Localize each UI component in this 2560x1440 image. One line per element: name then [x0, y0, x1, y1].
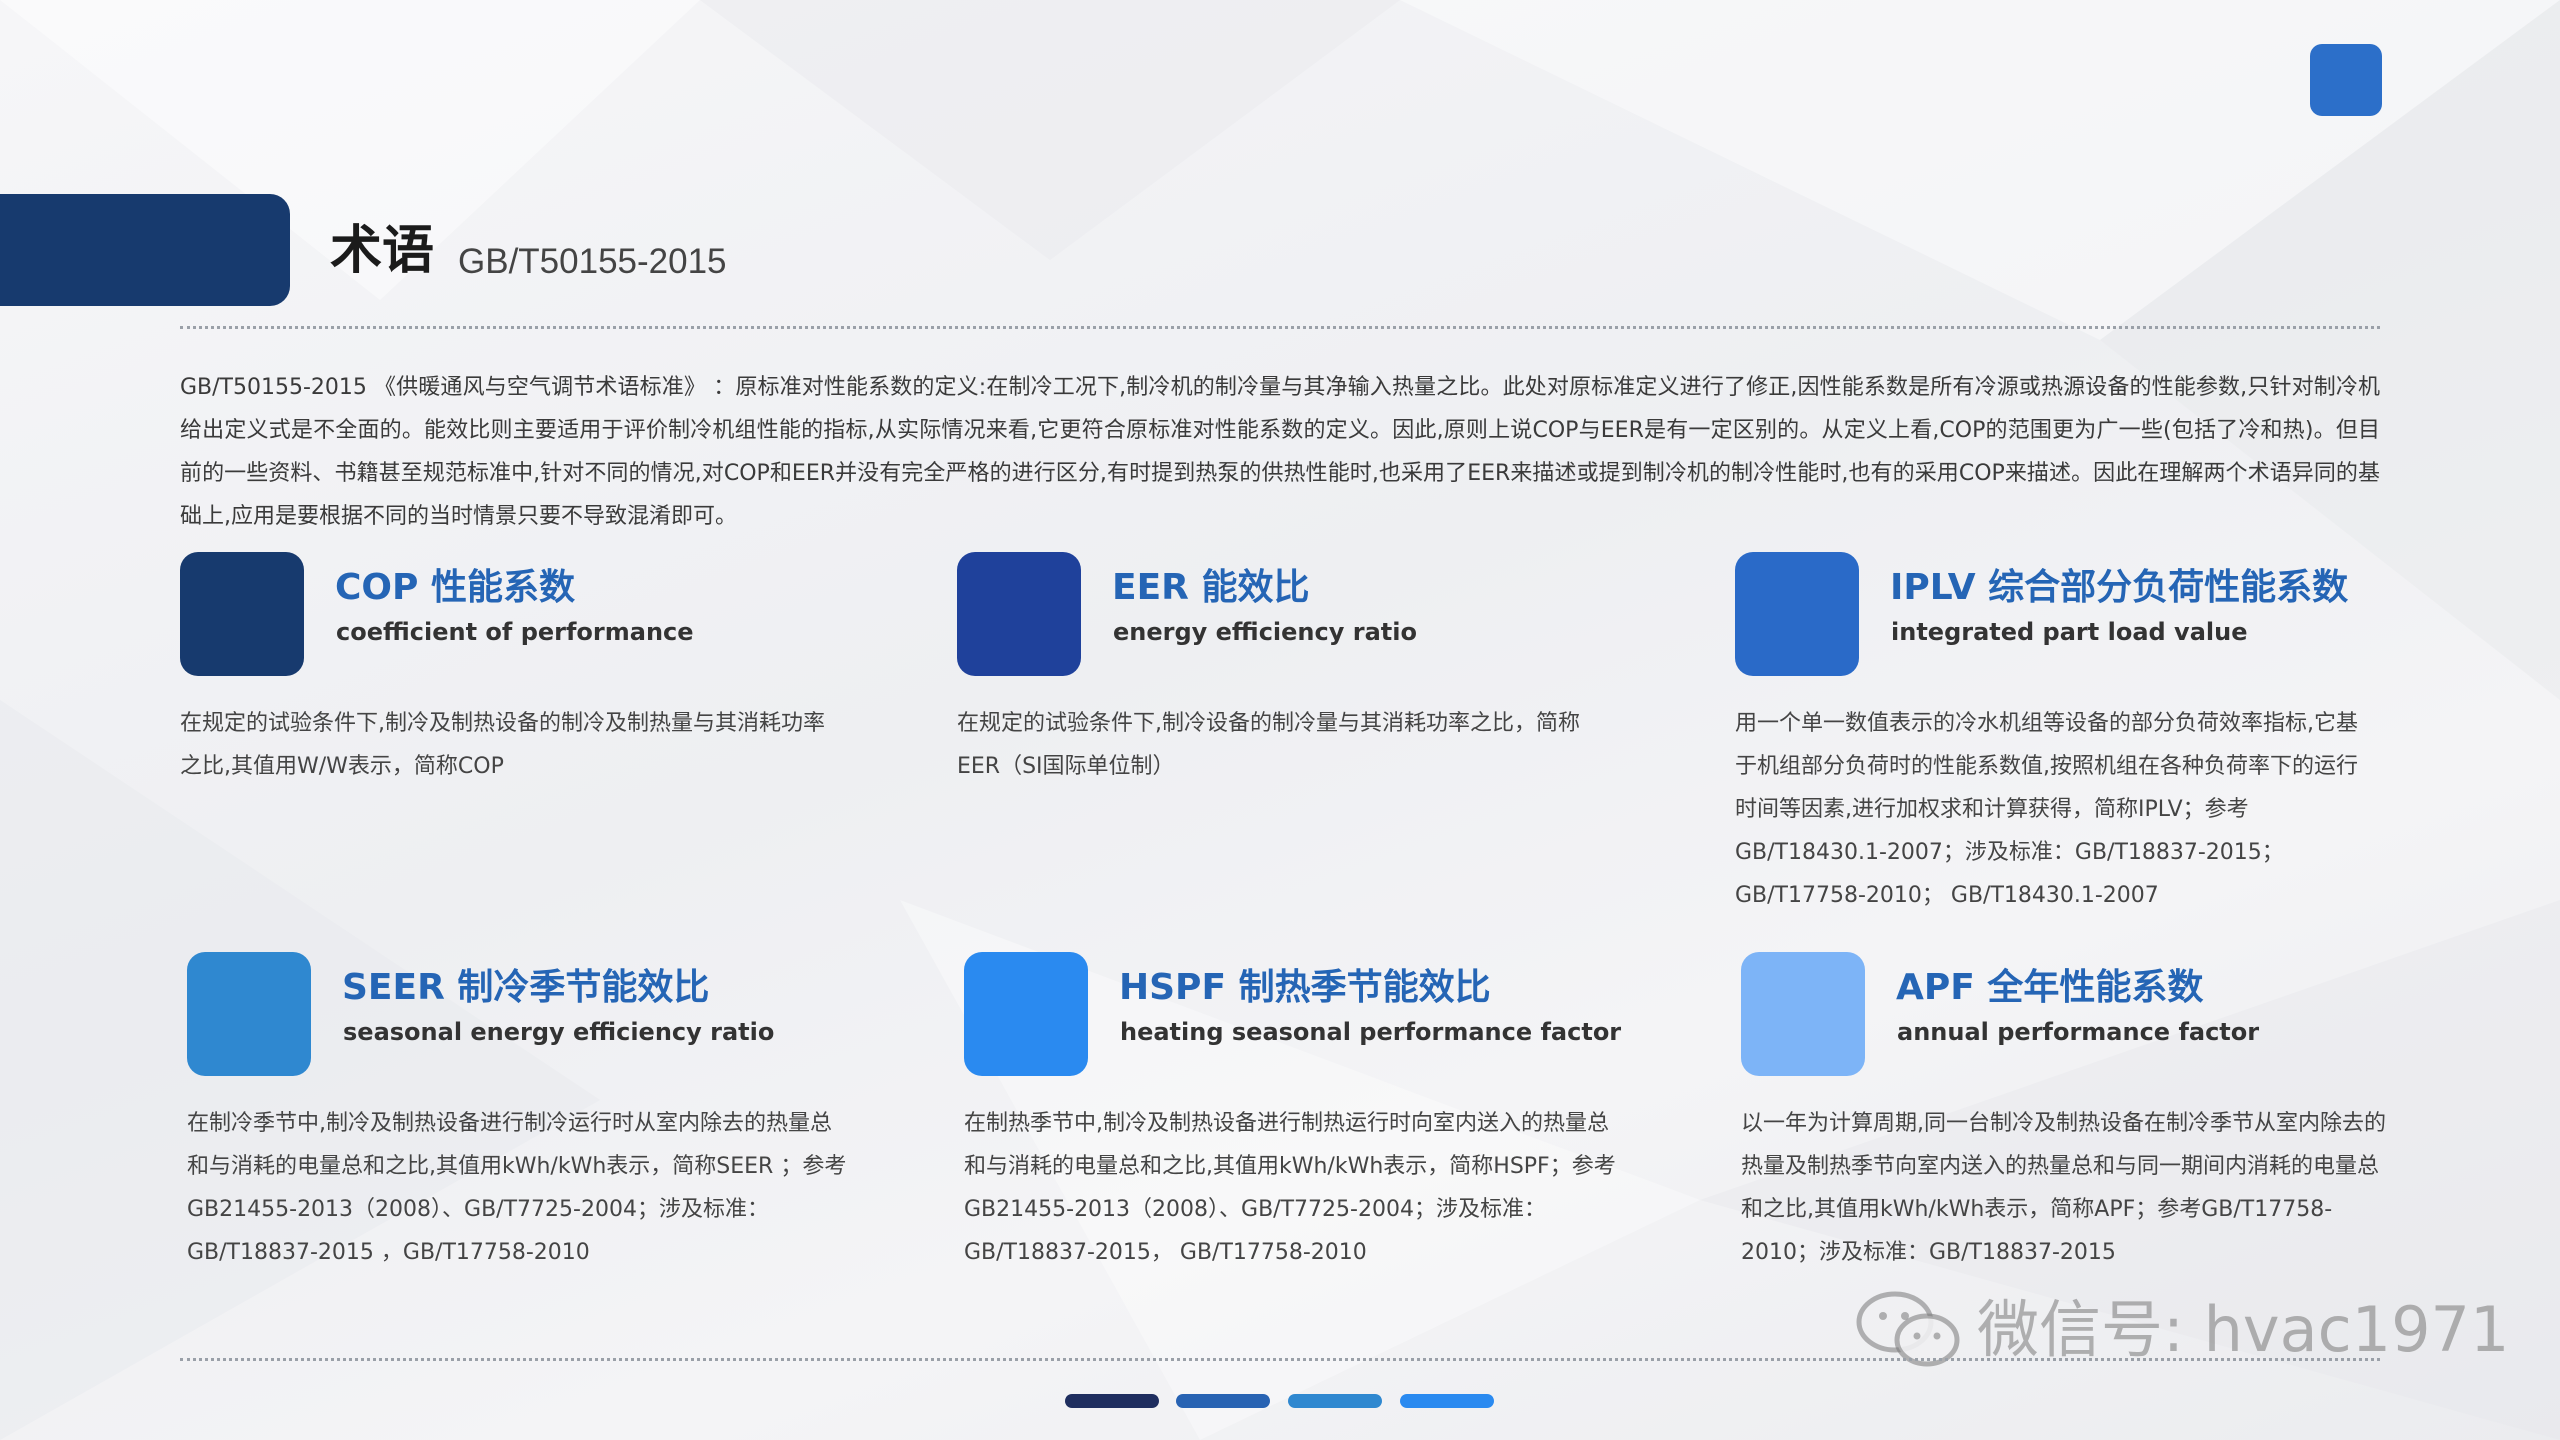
card-body: 在制冷季节中,制冷及制热设备进行制冷运行时从室内除去的热量总和与消耗的电量总和之…	[187, 1111, 847, 1265]
card-title: APF 全年性能系数	[1896, 967, 2204, 1008]
card-subtitle: seasonal energy efficiency ratio	[343, 1018, 775, 1046]
apf-square-icon	[1741, 952, 1865, 1076]
card-subtitle: integrated part load value	[1891, 618, 2248, 646]
eer-square-icon	[957, 552, 1081, 676]
card-subtitle: energy efficiency ratio	[1113, 618, 1417, 646]
card-subtitle: coefficient of performance	[336, 618, 694, 646]
cop-square-icon	[180, 552, 304, 676]
pager-bar-3	[1288, 1394, 1382, 1408]
pager-bar-2	[1176, 1394, 1270, 1408]
pager-bar-4	[1400, 1394, 1494, 1408]
card-subtitle: heating seasonal performance factor	[1120, 1018, 1622, 1046]
card-body: 在制热季节中,制冷及制热设备进行制热运行时向室内送入的热量总和与消耗的电量总和之…	[964, 1111, 1616, 1265]
title-accent-bar	[0, 194, 290, 306]
page-title: 术语	[330, 221, 435, 281]
intro-paragraph: GB/T50155-2015 《供暖通风与空气调节术语标准》 ：原标准对性能系数…	[180, 375, 2380, 529]
seer-square-icon	[187, 952, 311, 1076]
page-subtitle: GB/T50155-2015	[458, 242, 727, 281]
card-body: 在规定的试验条件下,制冷及制热设备的制冷及制热量与其消耗功率之比,其值用W/W表…	[180, 711, 825, 779]
card-title: IPLV 综合部分负荷性能系数	[1890, 567, 2349, 608]
watermark-text: 微信号: hvac1971	[1977, 1293, 2510, 1366]
iplv-square-icon	[1735, 552, 1859, 676]
top-divider	[180, 326, 2380, 329]
card-body: 在规定的试验条件下,制冷设备的制冷量与其消耗功率之比，简称EER（SI国际单位制…	[957, 711, 1580, 779]
card-subtitle: annual performance factor	[1897, 1018, 2260, 1046]
card-body: 用一个单一数值表示的冷水机组等设备的部分负荷效率指标,它基于机组部分负荷时的性能…	[1735, 711, 2358, 908]
card-title: EER 能效比	[1112, 567, 1310, 608]
card-body: 以一年为计算周期,同一台制冷及制热设备在制冷季节从室内除去的热量及制热季节向室内…	[1741, 1111, 2386, 1265]
bottom-divider	[180, 1358, 2380, 1361]
card-title: COP 性能系数	[335, 567, 575, 608]
corner-accent-square	[2310, 44, 2382, 116]
card-title: SEER 制冷季节能效比	[342, 967, 710, 1008]
card-title: HSPF 制热季节能效比	[1119, 967, 1491, 1008]
hspf-square-icon	[964, 952, 1088, 1076]
pager-bar-1	[1065, 1394, 1159, 1408]
